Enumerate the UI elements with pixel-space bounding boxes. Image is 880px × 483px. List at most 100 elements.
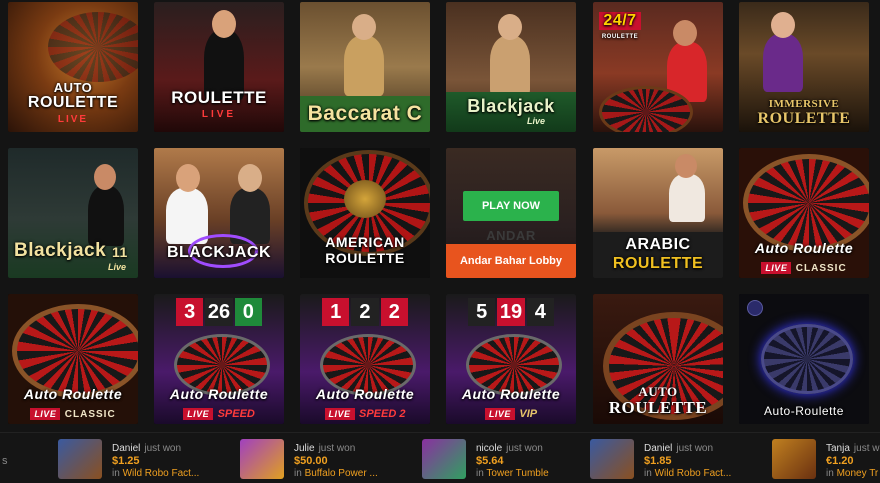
tile-brand-sub: ROULETTE <box>601 34 639 40</box>
dealer-head <box>94 164 116 190</box>
tile-title: BLACKJACK <box>166 244 272 261</box>
tile-subtitle: LIVE CLASSIC <box>739 258 869 276</box>
winner-name: nicole <box>476 443 503 454</box>
winner-item[interactable]: Tanjajust won €1.20 in Money Tr <box>772 439 880 479</box>
tile-title-line1: IMMERSIVE <box>768 98 840 110</box>
game-tile-blackjack-11-live[interactable]: Blackjack 11 Live <box>8 148 138 278</box>
winner-item[interactable]: Daniel just won $1.25 in Wild Robo Fact..… <box>58 439 228 479</box>
game-tile-baccarat-c[interactable]: Baccarat C <box>300 2 430 132</box>
winner-item[interactable]: Julie just won $50.00 in Buffalo Power ..… <box>240 439 410 479</box>
result-number: 1 <box>322 298 350 326</box>
tile-variant-label: VIP <box>519 408 538 420</box>
tile-subtitle: LIVE SPEED 2 <box>300 404 430 422</box>
tile-title: Auto Roulette <box>23 386 123 402</box>
winner-game-link[interactable]: Money Tr <box>837 468 879 479</box>
winner-game-line: in Buffalo Power ... <box>294 468 378 479</box>
result-number: 26 <box>205 298 233 326</box>
tile-title: Blackjack <box>467 96 555 116</box>
result-number: 5 <box>468 298 496 326</box>
tile-title: Blackjack <box>14 240 107 261</box>
provider-logo-icon <box>747 300 763 316</box>
winner-name-line: Julie just won <box>294 443 355 454</box>
game-tile-auto-roulette-classic-2[interactable]: Auto Roulette LIVE CLASSIC <box>8 294 138 424</box>
winner-name: Daniel <box>112 443 141 454</box>
winner-item[interactable]: Daniel just won $1.85 in Wild Robo Fact..… <box>590 439 760 479</box>
play-now-button[interactable]: PLAY NOW <box>463 191 559 221</box>
game-tile-andar-bahar[interactable]: ANDAR PLAY NOW Andar Bahar Lobby <box>446 148 576 278</box>
dealer-image <box>763 34 803 92</box>
dealer-head <box>212 10 236 38</box>
game-tile-roulette-live[interactable]: ROULETTE LIVE <box>154 2 284 132</box>
winner-game-link[interactable]: Buffalo Power ... <box>305 468 378 479</box>
game-tile-arabic-roulette[interactable]: ARABIC ROULETTE <box>593 148 723 278</box>
game-tile-blackjack[interactable]: BLACKJACK <box>154 148 284 278</box>
game-tile-blackjack-live[interactable]: Blackjack Live <box>446 2 576 132</box>
live-badge: LIVE <box>324 408 355 420</box>
tile-subtitle: LIVE CLASSIC <box>8 404 138 422</box>
andar-bahar-lobby-button[interactable]: Andar Bahar Lobby <box>446 244 576 278</box>
roulette-wheel-icon <box>599 86 693 132</box>
winner-game-line: in Wild Robo Fact... <box>644 468 731 479</box>
game-thumbnail[interactable] <box>240 439 284 479</box>
recent-results-bar: 3 26 0 <box>176 298 262 326</box>
game-tile-auto-roulette-evolution[interactable]: AUTO ROULETTE <box>593 294 723 424</box>
winner-game-prefix: in <box>112 468 120 479</box>
winner-game-line: in Tower Tumble <box>476 468 549 479</box>
tile-variant-label: SPEED 2 <box>359 408 406 420</box>
winner-game-prefix: in <box>476 468 484 479</box>
game-thumbnail[interactable] <box>422 439 466 479</box>
dealer-head <box>238 164 262 192</box>
winner-amount: $1.25 <box>112 455 140 467</box>
tile-title-line2: ROULETTE <box>325 250 405 266</box>
tile-background-text: ANDAR <box>486 228 536 243</box>
result-number: 4 <box>526 298 554 326</box>
winner-action: just won <box>144 443 182 454</box>
tile-title: Auto Roulette <box>754 240 854 256</box>
tile-title: Baccarat C <box>307 102 423 125</box>
dealer-head <box>771 12 795 38</box>
tile-live-label: Live <box>526 116 545 126</box>
winner-item[interactable]: nicole just won $5.64 in Tower Tumble <box>422 439 582 479</box>
game-tile-auto-roulette-classic[interactable]: Auto Roulette LIVE CLASSIC <box>739 148 869 278</box>
game-tile-auto-roulette-speed-2[interactable]: 1 2 2 Auto Roulette LIVE SPEED 2 <box>300 294 430 424</box>
tile-brand-label: 24/7 <box>599 12 641 30</box>
game-tile-auto-roulette-speed[interactable]: 3 26 0 Auto Roulette LIVE SPEED <box>154 294 284 424</box>
game-tile-auto-roulette-live[interactable]: AUTO ROULETTE LIVE <box>8 2 138 132</box>
result-number: 2 <box>351 298 379 326</box>
live-badge: LIVE <box>183 408 214 420</box>
tile-title: Auto Roulette <box>461 386 561 402</box>
game-tile-24-7-roulette[interactable]: 24/7 ROULETTE <box>593 2 723 132</box>
game-thumbnail[interactable] <box>772 439 816 479</box>
winner-name-line: Daniel just won <box>112 443 181 454</box>
tile-variant-label: CLASSIC <box>795 263 847 274</box>
winner-amount: $1.85 <box>644 455 672 467</box>
tile-title-line1: AMERICAN <box>325 234 405 250</box>
winner-name-line: Tanjajust won <box>826 443 880 454</box>
dealer-image <box>669 174 705 222</box>
result-number: 0 <box>234 298 262 326</box>
winner-name: Tanja <box>826 443 850 454</box>
tile-title-line1: AUTO <box>53 80 93 95</box>
winner-game-link[interactable]: Wild Robo Fact... <box>655 468 732 479</box>
winner-game-prefix: in <box>826 468 834 479</box>
winner-action: just won <box>853 443 880 454</box>
dealer-image <box>88 186 124 246</box>
winner-name-line: Daniel just won <box>644 443 713 454</box>
live-badge: LIVE <box>30 408 61 420</box>
game-tile-immersive-roulette[interactable]: IMMERSIVE ROULETTE <box>739 2 869 132</box>
game-tile-american-roulette[interactable]: AMERICAN ROULETTE <box>300 148 430 278</box>
game-tile-auto-roulette-vip[interactable]: 5 19 4 Auto Roulette LIVE VIP <box>446 294 576 424</box>
winner-action: just won <box>676 443 714 454</box>
tile-title-line2: ROULETTE <box>757 110 851 127</box>
game-thumbnail[interactable] <box>590 439 634 479</box>
recent-results-bar: 1 2 2 <box>322 298 408 326</box>
tile-table-number: 11 <box>112 244 128 260</box>
ticker-prev-fragment: s <box>2 455 8 467</box>
winner-action: just won <box>318 443 356 454</box>
game-thumbnail[interactable] <box>58 439 102 479</box>
winner-game-link[interactable]: Wild Robo Fact... <box>123 468 200 479</box>
winner-game-link[interactable]: Tower Tumble <box>486 468 548 479</box>
game-tile-auto-roulette-plain[interactable]: Auto-Roulette <box>739 294 869 424</box>
winner-game-prefix: in <box>644 468 652 479</box>
tile-title-line1: ROULETTE <box>171 88 267 107</box>
